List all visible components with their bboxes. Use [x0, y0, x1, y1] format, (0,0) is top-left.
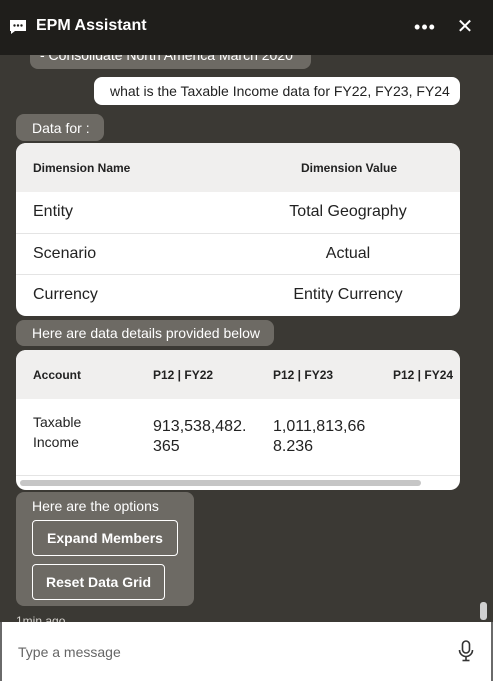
chat-icon [10, 20, 26, 34]
column-header-fy23: P12 | FY23 [273, 368, 334, 382]
options-message: Here are the options Expand Members Rese… [16, 492, 194, 606]
header-title: EPM Assistant [36, 17, 147, 34]
user-message: what is the Taxable Income data for FY22… [94, 77, 460, 105]
fy22-value-cell: 913,538,482.365 [153, 418, 247, 455]
column-header-fy24: P12 | FY24 [393, 368, 454, 382]
message-input[interactable] [16, 636, 440, 668]
message-timestamp: 1min ago [16, 614, 66, 622]
dimension-value-cell: Total Geography [289, 203, 407, 220]
dimension-value-cell: Entity Currency [293, 286, 403, 303]
column-header-dimension-value: Dimension Value [301, 161, 398, 175]
options-label: Here are the options [32, 498, 159, 514]
more-icon[interactable]: ••• [413, 14, 437, 40]
conversation-area[interactable]: - Consolidate North America March 2020 w… [0, 55, 493, 622]
reset-data-grid-button[interactable]: Reset Data Grid [32, 564, 165, 600]
table-row: Scenario Actual [16, 233, 460, 274]
data-details-label: Here are data details provided below [16, 320, 274, 346]
column-header-fy22: P12 | FY22 [153, 368, 214, 382]
dimension-name-cell: Scenario [33, 245, 97, 262]
column-header-account: Account [33, 368, 81, 382]
account-name-cell: Taxable Income [33, 414, 82, 450]
dimension-name-cell: Currency [33, 286, 98, 303]
microphone-icon[interactable] [457, 640, 475, 662]
dimension-table: Dimension Name Dimension Value Entity To… [16, 143, 460, 316]
message-composer [0, 622, 493, 681]
horizontal-scrollbar[interactable] [16, 475, 460, 490]
horizontal-scrollbar-thumb[interactable] [20, 480, 421, 486]
previous-bot-message: - Consolidate North America March 2020 [30, 55, 311, 69]
table-row: Taxable Income 913,538,482.365 1,011,813… [16, 399, 460, 475]
table-row: Currency Entity Currency [16, 274, 460, 315]
table-row: Entity Total Geography [16, 192, 460, 233]
account-data-table: Account P12 | FY22 P12 | FY23 P12 | FY24… [16, 350, 460, 490]
dimension-value-cell: Actual [325, 245, 371, 262]
conversation-scrollbar-thumb[interactable] [480, 602, 487, 620]
dimension-table-header: Dimension Name Dimension Value [16, 143, 460, 192]
chat-header: EPM Assistant ••• ✕ [0, 0, 493, 55]
data-for-label: Data for : [16, 114, 104, 141]
close-icon[interactable]: ✕ [453, 14, 477, 40]
dimension-name-cell: Entity [33, 203, 74, 220]
expand-members-button[interactable]: Expand Members [32, 520, 178, 556]
account-table-header: Account P12 | FY22 P12 | FY23 P12 | FY24 [16, 350, 460, 399]
fy23-value-cell: 1,011,813,668.236 [273, 418, 366, 455]
column-header-dimension-name: Dimension Name [33, 161, 131, 175]
